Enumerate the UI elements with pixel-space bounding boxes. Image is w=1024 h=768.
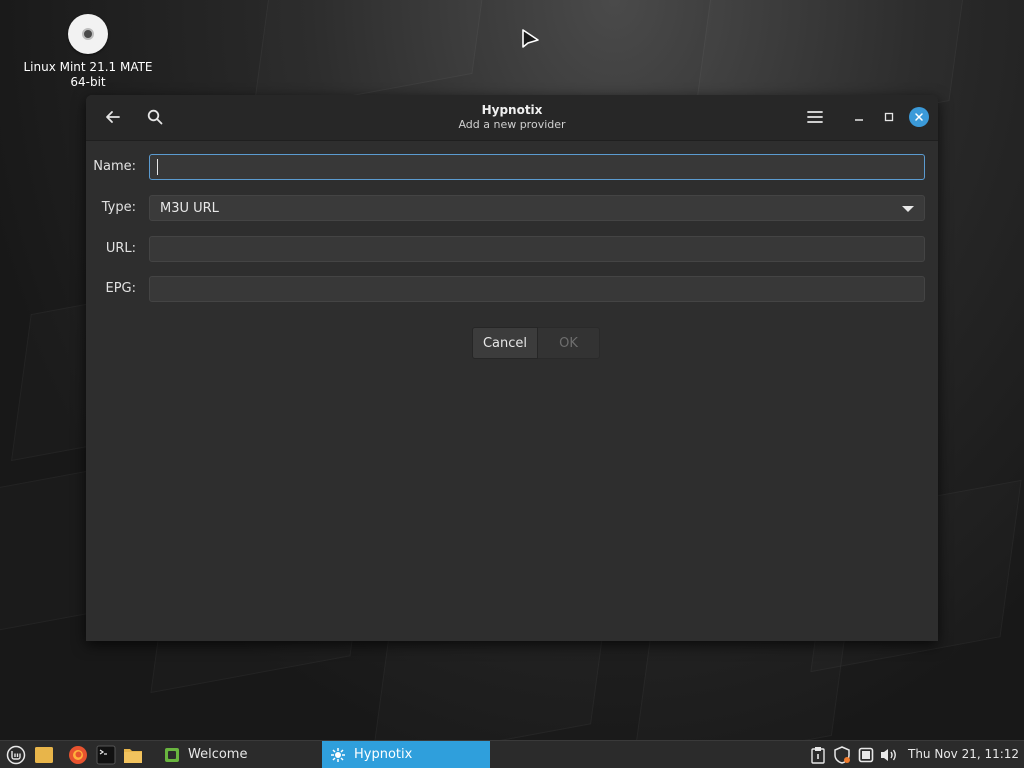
type-dropdown[interactable]: M3U URL: [149, 195, 925, 221]
taskbar: Welcome Hypnotix Thu Nov 21, 11:12: [0, 740, 1024, 768]
hypnotix-app-icon: [330, 747, 346, 763]
shield-icon: [834, 746, 850, 764]
task-hypnotix[interactable]: Hypnotix: [322, 741, 490, 768]
text-caret: [157, 159, 158, 175]
terminal-launcher[interactable]: [95, 744, 117, 766]
epg-label: EPG:: [105, 281, 136, 296]
ok-button[interactable]: OK: [538, 327, 600, 359]
task-welcome[interactable]: Welcome: [156, 741, 320, 768]
close-button[interactable]: [909, 107, 929, 127]
type-selected-value: M3U URL: [160, 201, 219, 216]
desktop-icon-disc[interactable]: Linux Mint 21.1 MATE 64-bit: [16, 12, 160, 90]
files-launcher[interactable]: [122, 744, 144, 766]
url-row: URL:: [86, 236, 938, 262]
linux-mint-logo-icon: [6, 745, 26, 765]
name-row: Name:: [86, 154, 938, 180]
file-manager-icon: [124, 749, 142, 763]
epg-row: EPG:: [86, 276, 938, 302]
mouse-cursor-icon: [522, 29, 539, 48]
update-manager-tray[interactable]: [831, 744, 853, 766]
header-bar: Hypnotix Add a new provider: [86, 95, 938, 141]
minimize-button[interactable]: [844, 103, 874, 131]
dropdown-arrow-icon: [902, 206, 914, 212]
firefox-launcher[interactable]: [67, 744, 89, 766]
terminal-icon: [96, 745, 116, 765]
desktop-icon-label-2: 64-bit: [70, 75, 106, 89]
clipboard-icon: [811, 747, 825, 764]
type-row: Type: M3U URL: [86, 195, 938, 221]
menu-button[interactable]: [800, 103, 830, 131]
firefox-icon: [69, 746, 87, 764]
show-desktop-button[interactable]: [33, 744, 55, 766]
speaker-icon: [881, 749, 896, 761]
mint-menu-button[interactable]: [5, 744, 27, 766]
task-welcome-label: Welcome: [188, 747, 248, 762]
volume-tray-button[interactable]: [878, 744, 900, 766]
name-input[interactable]: [149, 154, 925, 180]
maximize-icon: [884, 112, 894, 122]
network-icon: [858, 747, 874, 763]
clipboard-tray-button[interactable]: [807, 744, 829, 766]
close-icon: [915, 113, 923, 121]
desktop-icon-label-1: Linux Mint 21.1 MATE: [23, 60, 153, 74]
folder-yellow-icon: [35, 747, 53, 763]
name-label: Name:: [93, 159, 136, 174]
cancel-button[interactable]: Cancel: [472, 327, 538, 359]
hypnotix-window: Hypnotix Add a new provider Name: Type: …: [86, 95, 938, 641]
minimize-icon: [855, 119, 863, 121]
hamburger-menu-icon: [807, 111, 823, 123]
url-label: URL:: [105, 241, 136, 256]
maximize-button[interactable]: [874, 103, 904, 131]
disc-icon: [68, 14, 108, 54]
url-input[interactable]: [149, 236, 925, 262]
task-hypnotix-label: Hypnotix: [354, 747, 413, 762]
epg-input[interactable]: [149, 276, 925, 302]
welcome-app-icon: [164, 747, 180, 763]
dialog-buttons: Cancel OK: [472, 327, 600, 359]
type-label: Type:: [101, 200, 136, 215]
network-tray-button[interactable]: [855, 744, 877, 766]
clock[interactable]: Thu Nov 21, 11:12: [908, 747, 1019, 761]
